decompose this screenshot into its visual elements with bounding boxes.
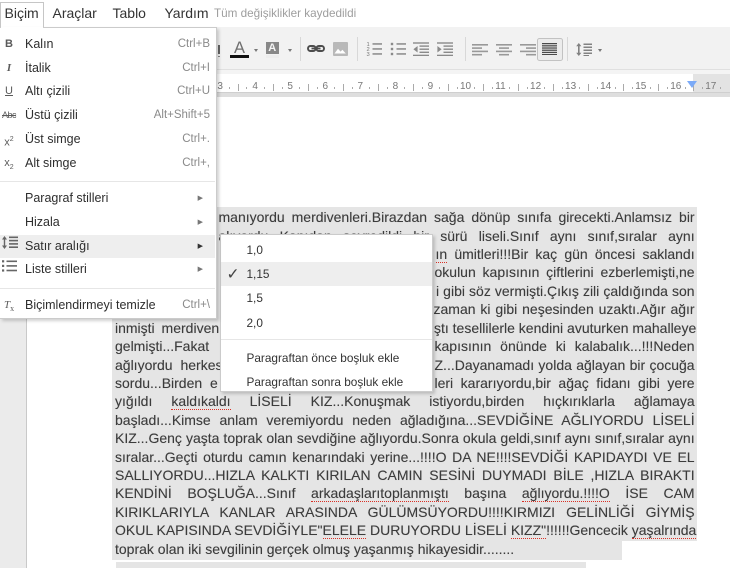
svg-text:3: 3: [366, 52, 369, 56]
